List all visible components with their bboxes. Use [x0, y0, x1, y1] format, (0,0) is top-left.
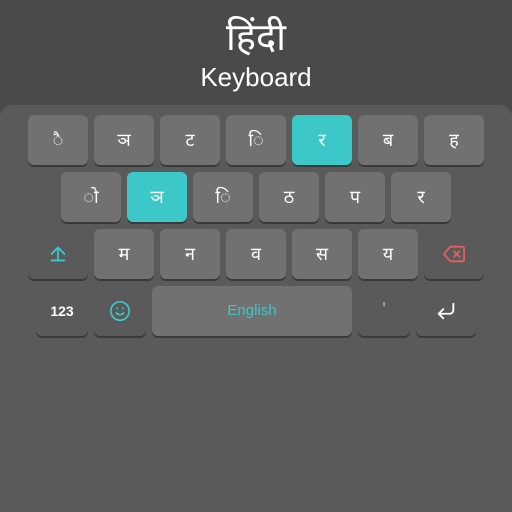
key-ya[interactable]: य: [358, 229, 418, 279]
english-key[interactable]: English: [152, 286, 352, 336]
shift-key[interactable]: [28, 229, 88, 279]
keyboard-area: ै ञ ट ि र ब ह ो ञ ि ठ प र म न व स य: [0, 105, 512, 512]
key-ta[interactable]: ट: [160, 115, 220, 165]
key-tha[interactable]: ठ: [259, 172, 319, 222]
key-row-2: ो ञ ि ठ प र: [6, 172, 506, 222]
keyboard-label: Keyboard: [10, 62, 502, 93]
comma-key[interactable]: ': [358, 286, 410, 336]
app-header: हिंदी Keyboard: [0, 0, 512, 105]
emoji-key[interactable]: [94, 286, 146, 336]
key-nya[interactable]: ञ: [94, 115, 154, 165]
key-row-1: ै ञ ट ि र ब ह: [6, 115, 506, 165]
key-ba[interactable]: ब: [358, 115, 418, 165]
key-row-3: म न व स य: [6, 229, 506, 279]
key-ai[interactable]: ै: [28, 115, 88, 165]
numbers-key[interactable]: 123: [36, 286, 88, 336]
key-pa[interactable]: प: [325, 172, 385, 222]
hindi-title: हिंदी: [10, 18, 502, 60]
key-three-accent[interactable]: ञ: [127, 172, 187, 222]
key-ma[interactable]: म: [94, 229, 154, 279]
key-row-4: 123 English ': [6, 286, 506, 336]
key-na[interactable]: न: [160, 229, 220, 279]
key-va[interactable]: व: [226, 229, 286, 279]
key-ha[interactable]: ह: [424, 115, 484, 165]
key-o[interactable]: ो: [61, 172, 121, 222]
key-ra[interactable]: र: [391, 172, 451, 222]
enter-key[interactable]: [416, 286, 476, 336]
key-sa[interactable]: स: [292, 229, 352, 279]
key-i2[interactable]: ि: [193, 172, 253, 222]
key-i[interactable]: ि: [226, 115, 286, 165]
key-ra-accent[interactable]: र: [292, 115, 352, 165]
backspace-key[interactable]: [424, 229, 484, 279]
